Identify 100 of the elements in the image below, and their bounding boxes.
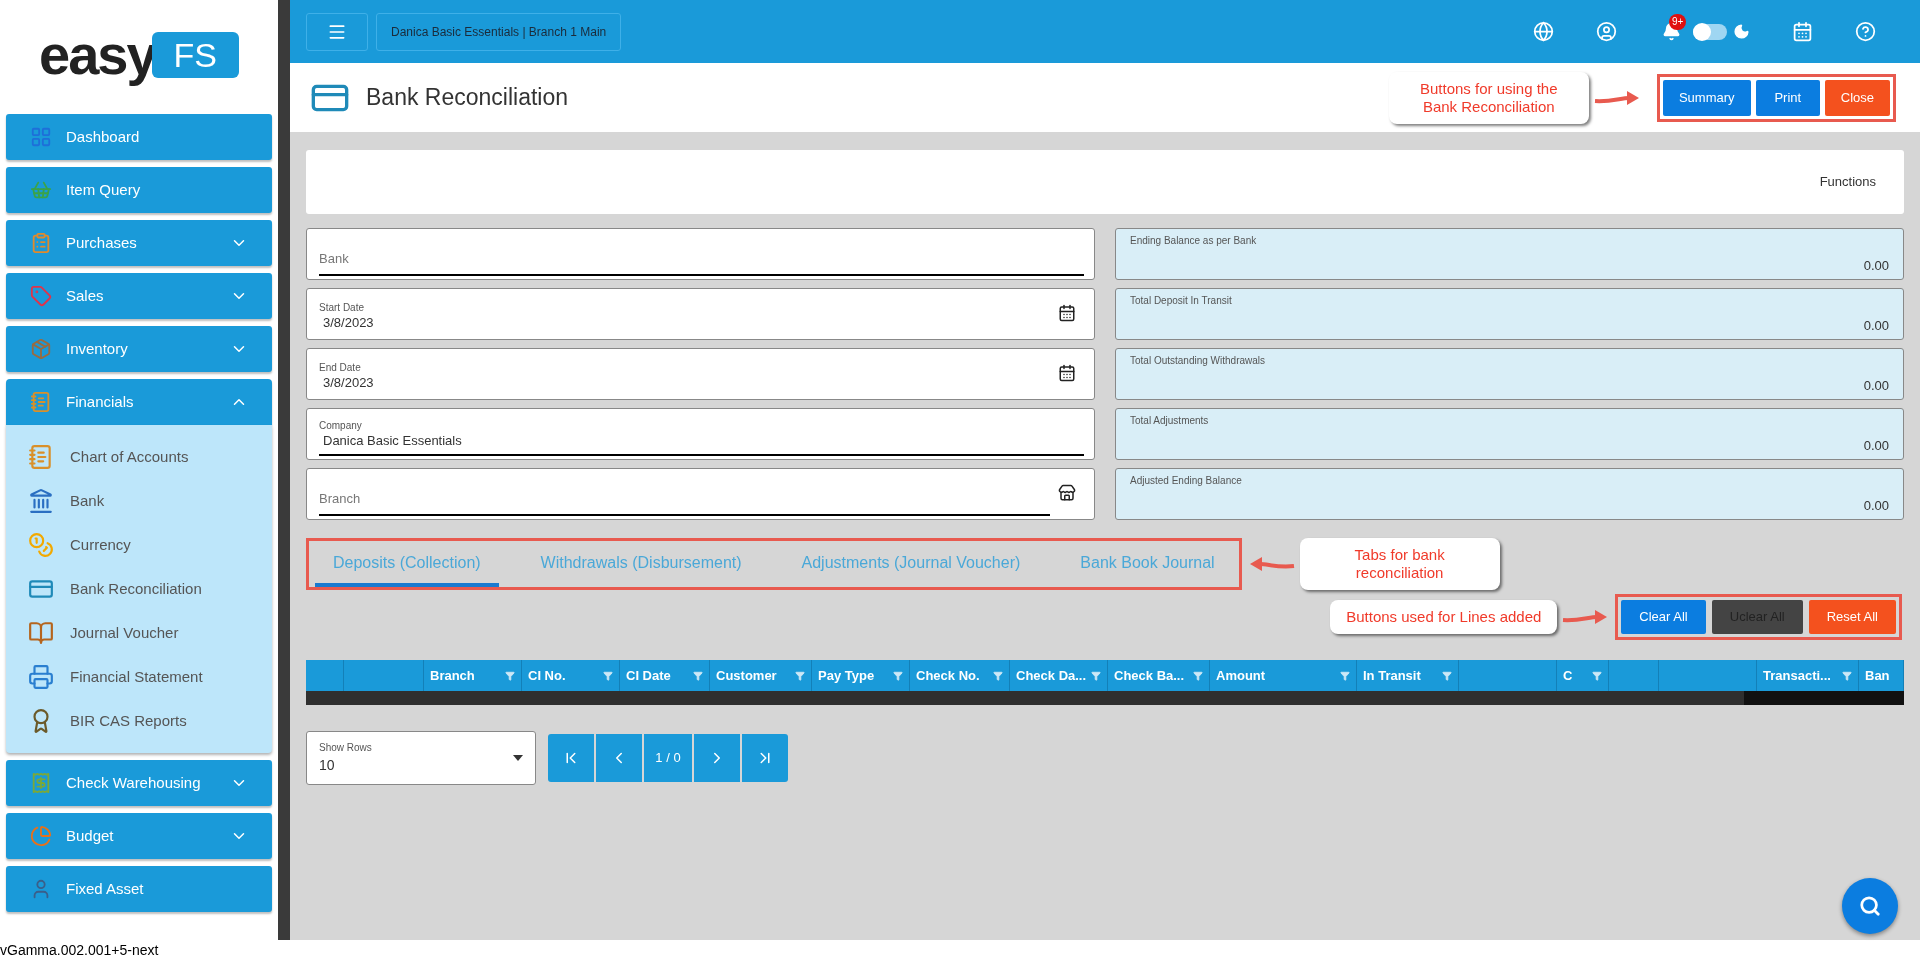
sidebar-item[interactable]: Sales xyxy=(6,273,272,319)
filter-icon[interactable] xyxy=(1193,670,1203,681)
moon-icon xyxy=(1733,23,1750,40)
show-rows-select[interactable]: Show Rows 10 xyxy=(306,731,536,785)
filter-icon[interactable] xyxy=(693,670,703,681)
sidebar-item[interactable]: Item Query xyxy=(6,167,272,213)
search-icon xyxy=(1859,895,1881,917)
bank-icon xyxy=(28,488,54,514)
tab[interactable]: Adjustments (Journal Voucher) xyxy=(783,547,1039,587)
total-value: 0.00 xyxy=(1862,376,1889,395)
total-value: 0.00 xyxy=(1862,496,1889,515)
field-label: Start Date xyxy=(319,302,366,314)
field-value: Danica Basic Essentials xyxy=(322,432,463,450)
boxes-icon xyxy=(30,338,52,360)
form-field[interactable]: Bank xyxy=(306,228,1095,280)
dashboard-icon xyxy=(30,126,52,148)
header-button[interactable]: Summary xyxy=(1662,79,1751,116)
filter-icon[interactable] xyxy=(603,670,613,681)
calendar-icon xyxy=(1058,363,1076,382)
sale-tag-icon xyxy=(30,285,52,307)
form-field[interactable]: Start Date 3/8/2023 xyxy=(306,288,1095,340)
sidebar-item[interactable]: Inventory xyxy=(6,326,272,372)
notepad-icon xyxy=(28,444,54,470)
menu-button[interactable] xyxy=(306,12,368,51)
calendar-icon[interactable] xyxy=(1792,21,1813,42)
callout-arrow xyxy=(1592,88,1641,107)
branch-selector[interactable]: Danica Basic Essentials | Branch 1 Main xyxy=(376,12,622,51)
submenu-item[interactable]: Currency xyxy=(6,523,272,567)
sidebar-item[interactable]: Fixed Asset xyxy=(6,866,272,912)
search-button[interactable] xyxy=(1842,878,1898,934)
page-indicator: 1 / 0 xyxy=(644,734,692,782)
line-button[interactable]: Clear All xyxy=(1621,600,1706,634)
field-placeholder: Branch xyxy=(319,490,362,508)
select-label: Show Rows xyxy=(319,741,373,755)
first-page-button[interactable] xyxy=(548,734,594,782)
sidebar-item[interactable]: Budget xyxy=(6,813,272,859)
form-field[interactable]: End Date 3/8/2023 xyxy=(306,348,1095,400)
horizontal-scrollbar[interactable] xyxy=(306,691,1904,705)
dark-mode-toggle[interactable] xyxy=(1693,23,1727,40)
clipboard-icon xyxy=(30,232,52,254)
field-placeholder: Bank xyxy=(319,250,350,268)
dropdown-caret-icon xyxy=(513,755,523,761)
form-field[interactable]: Company Danica Basic Essentials xyxy=(306,408,1095,460)
filter-icon[interactable] xyxy=(893,670,903,681)
functions-label[interactable]: Functions xyxy=(1819,172,1876,192)
callout-label: Buttons used for Lines added xyxy=(1330,600,1558,634)
line-button[interactable]: Reset All xyxy=(1808,600,1896,634)
select-value: 10 xyxy=(319,756,336,775)
notepad-icon xyxy=(30,391,52,413)
book-icon xyxy=(28,620,54,646)
sidebar-item[interactable]: Purchases xyxy=(6,220,272,266)
submenu-item[interactable]: Journal Voucher xyxy=(6,611,272,655)
total-label: Total Deposit In Transit xyxy=(1130,294,1233,308)
sidebar-item[interactable]: Check Warehousing xyxy=(6,760,272,806)
field-label: End Date xyxy=(319,362,362,374)
tab[interactable]: Bank Book Journal xyxy=(1062,547,1233,587)
sidebar-item[interactable]: Financials xyxy=(6,379,272,425)
filter-icon[interactable] xyxy=(795,670,805,681)
total-value: 0.00 xyxy=(1862,316,1889,335)
receipt-icon xyxy=(30,772,52,794)
callout-label: Buttons for using the Bank Reconciliation xyxy=(1388,71,1589,124)
filter-icon[interactable] xyxy=(505,670,515,681)
filter-icon[interactable] xyxy=(993,670,1003,681)
header-button[interactable]: Print xyxy=(1755,79,1820,116)
total-value: 0.00 xyxy=(1862,256,1889,275)
user-icon[interactable] xyxy=(1596,21,1617,42)
globe-icon[interactable] xyxy=(1533,21,1554,42)
submenu-item[interactable]: BIR CAS Reports xyxy=(6,699,272,743)
total-label: Total Outstanding Withdrawals xyxy=(1130,354,1267,368)
coins-icon xyxy=(28,532,54,558)
basket-icon xyxy=(30,179,52,201)
sidebar-item[interactable]: Dashboard xyxy=(6,114,272,160)
field-value: 3/8/2023 xyxy=(322,314,375,332)
version-text: vGamma.002.001+5-next xyxy=(0,941,159,960)
sidebar-scrollbar[interactable] xyxy=(278,0,290,940)
calendar-icon xyxy=(1058,303,1076,322)
help-icon[interactable] xyxy=(1855,21,1876,42)
tab[interactable]: Withdrawals (Disbursement) xyxy=(522,547,760,587)
notification-badge: 9+ xyxy=(1669,13,1687,30)
printer-icon xyxy=(28,664,54,690)
submenu-item[interactable]: Bank Reconciliation xyxy=(6,567,272,611)
filter-icon[interactable] xyxy=(1592,670,1602,681)
total-label: Ending Balance as per Bank xyxy=(1130,234,1258,248)
total-label: Adjusted Ending Balance xyxy=(1130,474,1243,488)
last-page-button[interactable] xyxy=(742,734,788,782)
total-label: Total Adjustments xyxy=(1130,414,1210,428)
header-button[interactable]: Close xyxy=(1824,79,1890,116)
filter-icon[interactable] xyxy=(1442,670,1452,681)
callout-label: Tabs for bank reconciliation xyxy=(1299,538,1500,590)
field-label: Company xyxy=(319,420,363,432)
submenu-item[interactable]: Chart of Accounts xyxy=(6,435,272,479)
filter-icon[interactable] xyxy=(1091,670,1101,681)
filter-icon[interactable] xyxy=(1340,670,1350,681)
submenu-item[interactable]: Financial Statement xyxy=(6,655,272,699)
submenu-item[interactable]: Bank xyxy=(6,479,272,523)
filter-icon[interactable] xyxy=(1842,670,1852,681)
pie-chart-icon xyxy=(30,825,52,847)
tab[interactable]: Deposits (Collection) xyxy=(315,547,499,587)
field-value: 3/8/2023 xyxy=(322,374,375,392)
form-field[interactable]: Branch xyxy=(306,468,1095,520)
